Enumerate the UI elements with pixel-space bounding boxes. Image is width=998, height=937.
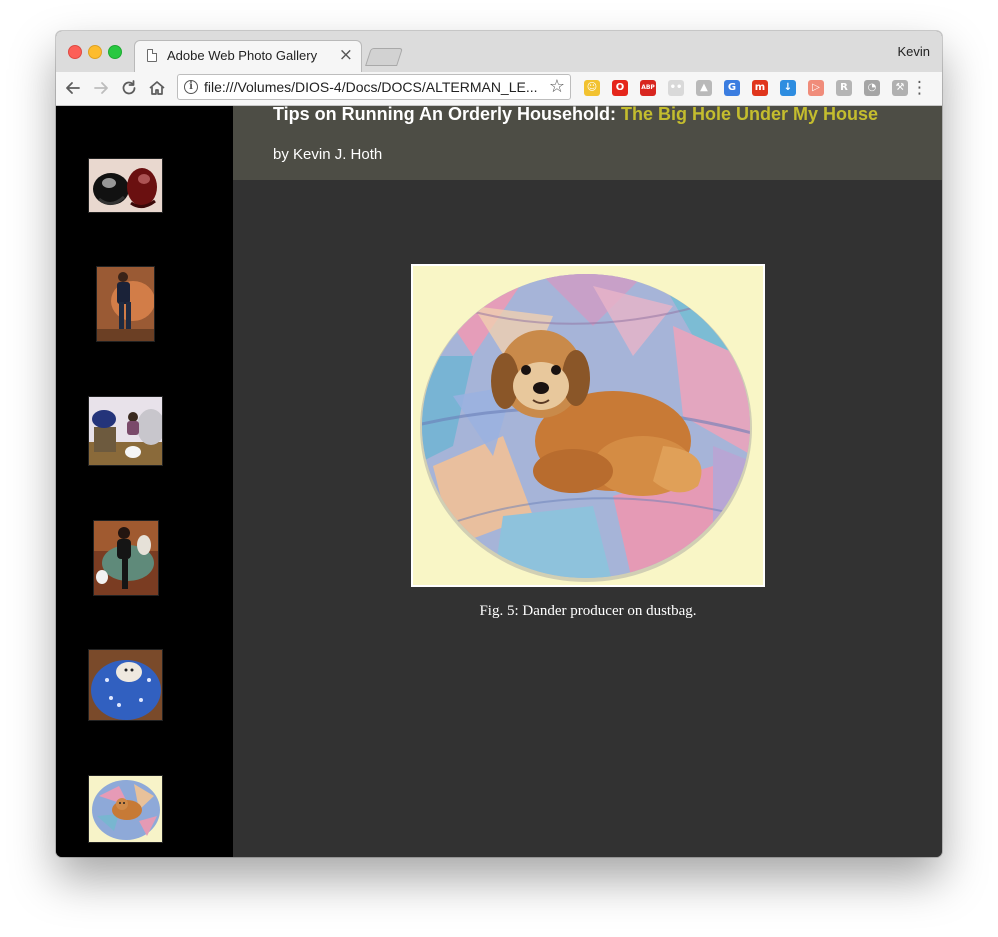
m-extension-icon[interactable]: m <box>752 80 768 96</box>
gallery-title: Tips on Running An Orderly Household: Th… <box>273 104 878 125</box>
gallery-header: Tips on Running An Orderly Household: Th… <box>233 104 942 180</box>
gallery-author: by Kevin J. Hoth <box>273 146 383 163</box>
page-content: Tips on Running An Orderly Household: Th… <box>56 104 942 857</box>
address-bar[interactable]: i file:///Volumes/DIOS-4/Docs/DOCS/ALTER… <box>177 74 571 100</box>
window-close-button[interactable] <box>68 45 82 59</box>
opera-extension-icon[interactable]: O <box>612 80 628 96</box>
bookmark-star-icon[interactable]: ☆ <box>549 76 565 97</box>
thumbnail-woman-beanbag-dog[interactable] <box>93 520 159 596</box>
info-icon[interactable]: i <box>184 80 198 94</box>
document-icon <box>147 49 157 62</box>
forward-arrow-icon[interactable] <box>90 77 112 99</box>
tab-title: Adobe Web Photo Gallery <box>167 48 318 63</box>
back-arrow-icon[interactable] <box>62 77 84 99</box>
new-tab-button[interactable] <box>365 48 403 66</box>
satellite-extension-icon[interactable]: ◔ <box>864 80 880 96</box>
browser-toolbar: i file:///Volumes/DIOS-4/Docs/DOCS/ALTER… <box>56 72 942 106</box>
tab-active[interactable]: Adobe Web Photo Gallery × <box>134 40 362 73</box>
window-maximize-button[interactable] <box>108 45 122 59</box>
r-extension-icon[interactable]: R <box>836 80 852 96</box>
drive-extension-icon[interactable]: ▲ <box>696 80 712 96</box>
home-icon[interactable] <box>146 77 168 99</box>
emoji-extension-icon[interactable]: ☺ <box>584 80 600 96</box>
gallery-title-main: Tips on Running An Orderly Household: <box>273 104 621 124</box>
profile-name[interactable]: Kevin <box>897 44 930 59</box>
download-extension-icon[interactable]: ↓ <box>780 80 796 96</box>
tab-close-icon[interactable]: × <box>339 45 353 65</box>
adblock-plus-icon[interactable]: ABP <box>640 80 656 96</box>
menu-dots-icon[interactable]: ⋮ <box>911 77 928 99</box>
reload-icon[interactable] <box>118 77 140 99</box>
thumbnail-woman-dog-room[interactable] <box>88 396 163 466</box>
window-minimize-button[interactable] <box>88 45 102 59</box>
thumbnail-shoes[interactable] <box>88 158 163 213</box>
thumbnail-dog-blue-beanbag[interactable] <box>88 649 163 721</box>
main-photo <box>411 264 765 587</box>
browser-window: Adobe Web Photo Gallery × Kevin i file:/… <box>56 31 942 857</box>
tab-strip: Adobe Web Photo Gallery × Kevin <box>56 31 942 73</box>
thumbnail-sidebar <box>56 106 233 857</box>
flickr-extension-icon[interactable]: •• <box>668 80 684 96</box>
translate-extension-icon[interactable]: G <box>724 80 740 96</box>
main-photo-image <box>413 266 763 585</box>
thumbnail-man-beanbag[interactable] <box>96 266 155 342</box>
thumbnail-dog-patchwork-beanbag[interactable] <box>88 775 163 843</box>
wrench-extension-icon[interactable]: ⚒ <box>892 80 908 96</box>
photo-caption: Fig. 5: Dander producer on dustbag. <box>479 603 697 619</box>
gallery-title-sub: The Big Hole Under My House <box>621 104 879 124</box>
url-text[interactable]: file:///Volumes/DIOS-4/Docs/DOCS/ALTERMA… <box>204 79 544 95</box>
cast-extension-icon[interactable]: ▷ <box>808 80 824 96</box>
